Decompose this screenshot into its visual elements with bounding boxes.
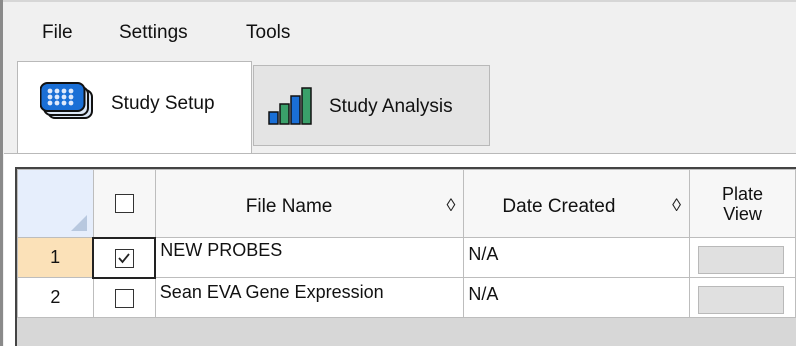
select-all-corner[interactable] bbox=[17, 169, 94, 238]
plate-view-cell bbox=[689, 237, 796, 278]
date-created-text: N/A bbox=[468, 284, 499, 304]
files-table: File Name ◊ Date Created ◊ Plate View 1 bbox=[17, 169, 796, 318]
column-header-date-created[interactable]: Date Created ◊ bbox=[463, 169, 691, 238]
table-row[interactable]: 1 NEW PROBES N/A bbox=[17, 236, 796, 279]
row-checkbox[interactable] bbox=[114, 289, 134, 308]
row-checkbox[interactable] bbox=[114, 248, 134, 268]
sort-icon[interactable]: ◊ bbox=[672, 195, 681, 216]
plate-view-button[interactable] bbox=[698, 246, 785, 274]
plate-view-cell bbox=[689, 277, 796, 318]
header-checkbox-cell bbox=[92, 169, 156, 238]
window-top-edge bbox=[0, 0, 796, 2]
tab-study-analysis-label: Study Analysis bbox=[329, 96, 453, 117]
checkmark-icon bbox=[118, 253, 130, 264]
row-checkbox-cell bbox=[92, 236, 157, 279]
plate-view-button[interactable] bbox=[698, 286, 785, 314]
plate-view-header-line1: Plate bbox=[722, 183, 764, 204]
tab-study-setup-label: Study Setup bbox=[111, 93, 215, 114]
bar-chart-icon bbox=[268, 87, 312, 125]
menu-file[interactable]: File bbox=[42, 22, 73, 44]
menu-bar: File Settings Tools bbox=[4, 10, 794, 56]
plate-grid-icon bbox=[40, 82, 93, 119]
window-left-edge bbox=[0, 0, 3, 346]
sort-icon[interactable]: ◊ bbox=[447, 195, 456, 216]
date-created-header-label: Date Created bbox=[502, 196, 616, 217]
file-name-text: Sean EVA Gene Expression bbox=[159, 282, 384, 302]
tab-strip: Study Setup Study Analysis bbox=[4, 57, 794, 153]
file-name-text: NEW PROBES bbox=[160, 240, 283, 260]
date-created-text: N/A bbox=[468, 244, 499, 264]
table-row[interactable]: 2 Sean EVA Gene Expression N/A bbox=[17, 277, 796, 318]
file-name-cell[interactable]: NEW PROBES bbox=[154, 237, 465, 278]
row-checkbox-cell bbox=[92, 277, 156, 318]
menu-tools[interactable]: Tools bbox=[246, 22, 290, 44]
file-name-header-label: File Name bbox=[245, 196, 333, 217]
column-header-file-name[interactable]: File Name ◊ bbox=[154, 169, 465, 238]
row-number[interactable]: 2 bbox=[17, 277, 94, 318]
select-all-checkbox[interactable] bbox=[114, 193, 134, 213]
date-created-cell[interactable]: N/A bbox=[463, 237, 691, 278]
column-header-plate-view[interactable]: Plate View bbox=[689, 169, 796, 238]
tab-study-analysis[interactable]: Study Analysis bbox=[253, 65, 490, 146]
corner-triangle-icon bbox=[70, 215, 87, 231]
plate-view-header-line2: View bbox=[723, 203, 762, 224]
menu-settings[interactable]: Settings bbox=[119, 22, 188, 44]
row-number[interactable]: 1 bbox=[17, 237, 94, 278]
file-name-cell[interactable]: Sean EVA Gene Expression bbox=[154, 277, 465, 318]
date-created-cell[interactable]: N/A bbox=[463, 277, 691, 318]
tab-study-setup[interactable]: Study Setup bbox=[17, 61, 252, 153]
